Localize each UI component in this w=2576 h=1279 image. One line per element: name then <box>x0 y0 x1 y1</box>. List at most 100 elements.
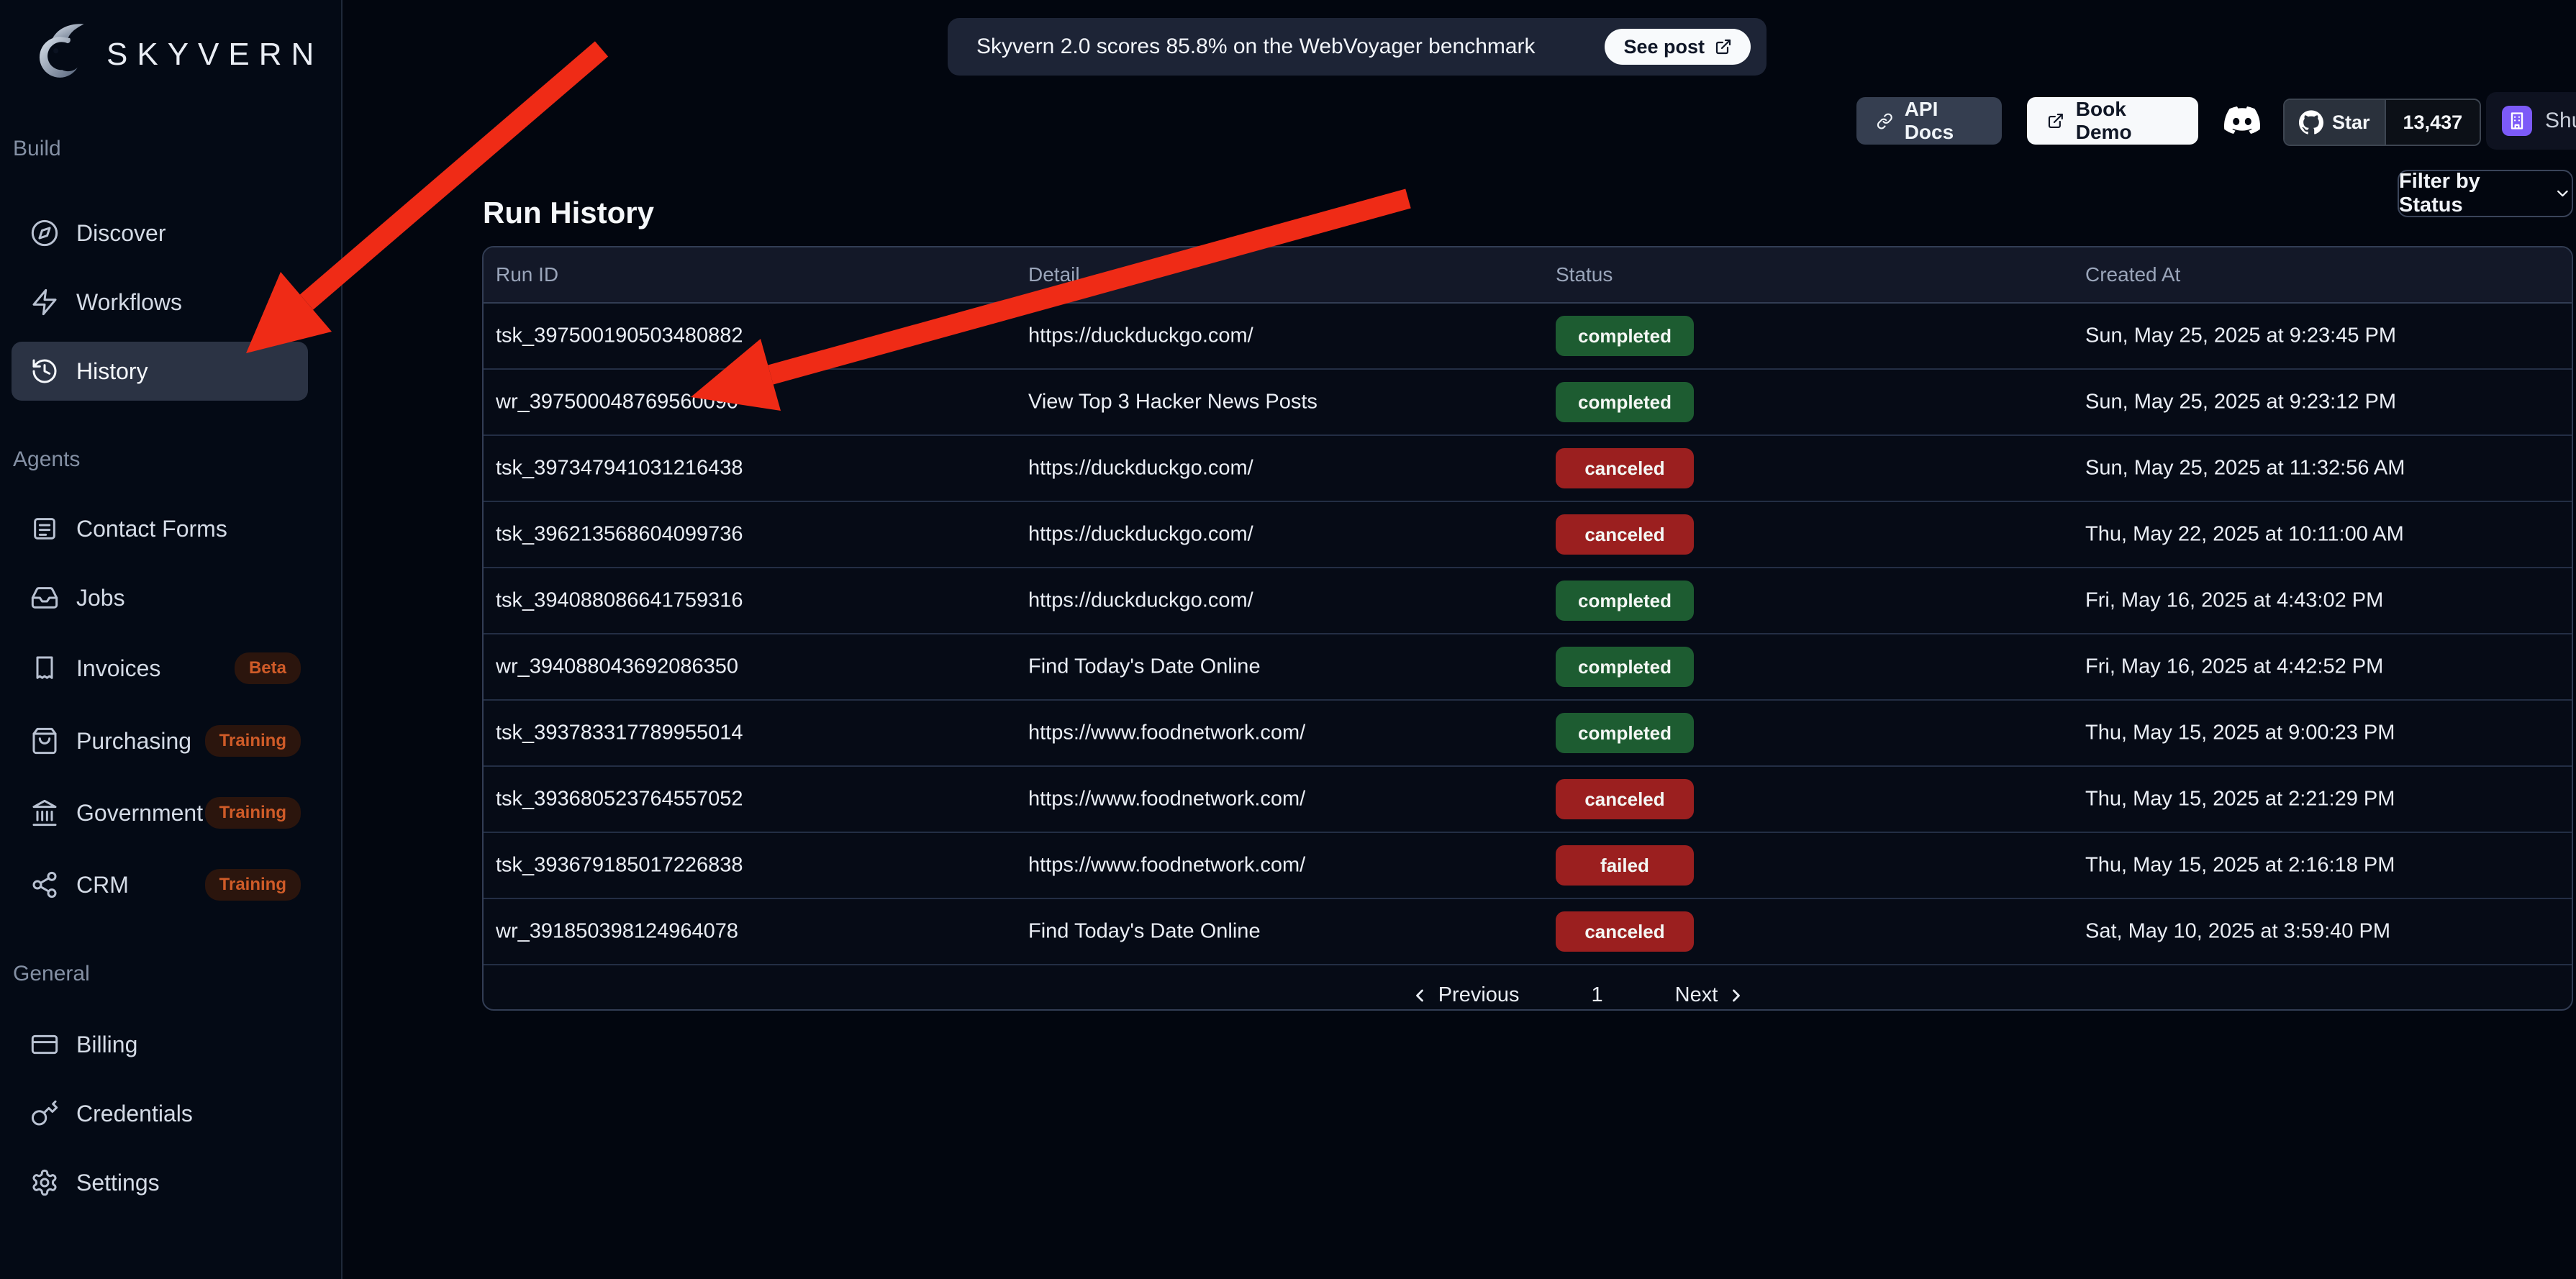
sidebar-item-label: Workflows <box>76 289 182 316</box>
skyvern-logo[interactable]: SKYVERN <box>29 22 323 88</box>
see-post-label: See post <box>1623 36 1705 58</box>
skyvern-app: SKYVERN Build Discover Workflows History… <box>0 0 2576 1279</box>
run-id-cell: tsk_393679185017226838 <box>496 854 743 878</box>
detail-cell: https://www.foodnetwork.com/ <box>1028 854 1305 878</box>
detail-cell: https://www.foodnetwork.com/ <box>1028 788 1305 811</box>
sidebar-item-history[interactable]: History <box>12 342 308 401</box>
key-icon <box>30 1099 59 1128</box>
user-name: Shu <box>2545 109 2576 133</box>
created-at-cell: Thu, May 15, 2025 at 2:21:29 PM <box>2085 788 2395 811</box>
sidebar-item-purchasing[interactable]: Purchasing Training <box>12 711 308 770</box>
created-at-cell: Sun, May 25, 2025 at 9:23:45 PM <box>2085 324 2396 348</box>
detail-cell: Find Today's Date Online <box>1028 920 1261 944</box>
sidebar-item-label: Credentials <box>76 1101 193 1127</box>
page-number[interactable]: 1 <box>1592 983 1603 1007</box>
shopping-bag-icon <box>30 727 59 755</box>
filter-label: Filter by Status <box>2399 170 2542 217</box>
run-id-cell: tsk_393680523764557052 <box>496 788 743 811</box>
sidebar-item-government[interactable]: Government Training <box>12 783 308 842</box>
sidebar-item-jobs[interactable]: Jobs <box>12 568 308 627</box>
sidebar-item-label: Contact Forms <box>76 516 227 542</box>
run-id-cell: tsk_396213568604099736 <box>496 523 743 547</box>
table-row[interactable]: tsk_397347941031216438 https://duckduckg… <box>484 436 2572 502</box>
created-at-cell: Sun, May 25, 2025 at 9:23:12 PM <box>2085 391 2396 414</box>
status-badge: canceled <box>1556 514 1694 555</box>
sidebar-item-settings[interactable]: Settings <box>12 1153 308 1212</box>
sidebar-item-invoices[interactable]: Invoices Beta <box>12 639 308 698</box>
form-icon <box>30 514 59 543</box>
api-docs-button[interactable]: API Docs <box>1856 97 2002 145</box>
github-icon <box>2299 110 2323 135</box>
run-id-cell: tsk_397347941031216438 <box>496 457 743 481</box>
history-clock-icon <box>30 357 59 386</box>
table-row[interactable]: tsk_393679185017226838 https://www.foodn… <box>484 833 2572 899</box>
link-icon <box>1877 111 1893 130</box>
created-at-cell: Sun, May 25, 2025 at 11:32:56 AM <box>2085 457 2405 481</box>
sidebar-item-label: History <box>76 358 148 385</box>
training-badge: Training <box>205 797 301 829</box>
previous-label: Previous <box>1438 983 1520 1007</box>
detail-cell: https://duckduckgo.com/ <box>1028 589 1253 613</box>
created-at-cell: Sat, May 10, 2025 at 3:59:40 PM <box>2085 920 2390 944</box>
training-badge: Training <box>205 869 301 901</box>
external-link-icon <box>2047 111 2064 130</box>
table-row[interactable]: wr_394088043692086350 Find Today's Date … <box>484 634 2572 701</box>
skyvern-dragon-icon <box>29 22 91 88</box>
table-row[interactable]: wr_397500048769560090 View Top 3 Hacker … <box>484 370 2572 436</box>
detail-cell: View Top 3 Hacker News Posts <box>1028 391 1318 414</box>
status-badge: completed <box>1556 316 1694 356</box>
building-icon <box>2507 111 2527 131</box>
user-menu[interactable]: Shu <box>2486 92 2576 150</box>
run-id-cell: tsk_394088086641759316 <box>496 589 743 613</box>
status-badge: canceled <box>1556 448 1694 488</box>
api-docs-label: API Docs <box>1905 98 1982 144</box>
sidebar-item-crm[interactable]: CRM Training <box>12 855 308 914</box>
github-star-widget[interactable]: Star 13,437 <box>2283 99 2481 146</box>
previous-page-button[interactable]: Previous <box>1410 983 1520 1007</box>
chevron-left-icon <box>1410 986 1430 1006</box>
brand-wordmark: SKYVERN <box>106 37 323 73</box>
table-row[interactable]: tsk_393680523764557052 https://www.foodn… <box>484 767 2572 833</box>
discord-icon[interactable] <box>2220 102 2264 138</box>
announcement-banner: Skyvern 2.0 scores 85.8% on the WebVoyag… <box>948 18 1767 76</box>
column-header-run-id: Run ID <box>496 263 558 286</box>
status-badge: completed <box>1556 647 1694 687</box>
sidebar-item-contact-forms[interactable]: Contact Forms <box>12 499 308 558</box>
created-at-cell: Thu, May 22, 2025 at 10:11:00 AM <box>2085 523 2404 547</box>
sidebar-item-label: CRM <box>76 872 129 898</box>
detail-cell: https://duckduckgo.com/ <box>1028 324 1253 348</box>
next-page-button[interactable]: Next <box>1675 983 1747 1007</box>
chevron-right-icon <box>1726 986 1746 1006</box>
table-row[interactable]: tsk_394088086641759316 https://duckduckg… <box>484 568 2572 634</box>
next-label: Next <box>1675 983 1718 1007</box>
external-link-icon <box>1715 38 1732 55</box>
table-header-row: Run ID Detail Status Created At <box>484 247 2572 304</box>
detail-cell: https://www.foodnetwork.com/ <box>1028 722 1305 745</box>
column-header-status: Status <box>1556 263 1613 286</box>
detail-cell: Find Today's Date Online <box>1028 655 1261 679</box>
run-id-cell: tsk_393783317789955014 <box>496 722 743 745</box>
table-row[interactable]: wr_391850398124964078 Find Today's Date … <box>484 899 2572 965</box>
filter-by-status-dropdown[interactable]: Filter by Status <box>2398 170 2573 217</box>
sidebar-item-workflows[interactable]: Workflows <box>12 273 308 332</box>
status-badge: completed <box>1556 581 1694 621</box>
table-row[interactable]: tsk_393783317789955014 https://www.foodn… <box>484 701 2572 767</box>
created-at-cell: Thu, May 15, 2025 at 9:00:23 PM <box>2085 722 2395 745</box>
detail-cell: https://duckduckgo.com/ <box>1028 523 1253 547</box>
status-badge: canceled <box>1556 779 1694 819</box>
credit-card-icon <box>30 1030 59 1059</box>
see-post-button[interactable]: See post <box>1605 29 1751 65</box>
landmark-icon <box>30 798 59 827</box>
created-at-cell: Fri, May 16, 2025 at 4:43:02 PM <box>2085 589 2383 613</box>
detail-cell: https://duckduckgo.com/ <box>1028 457 1253 481</box>
status-badge: failed <box>1556 845 1694 886</box>
table-row[interactable]: tsk_397500190503480882 https://duckduckg… <box>484 304 2572 370</box>
sidebar-item-credentials[interactable]: Credentials <box>12 1084 308 1143</box>
training-badge: Training <box>205 725 301 757</box>
sidebar-item-discover[interactable]: Discover <box>12 204 308 263</box>
book-demo-button[interactable]: Book Demo <box>2027 97 2198 145</box>
github-star-count: 13,437 <box>2385 100 2480 145</box>
sidebar-item-label: Purchasing <box>76 728 191 755</box>
table-row[interactable]: tsk_396213568604099736 https://duckduckg… <box>484 502 2572 568</box>
sidebar-item-billing[interactable]: Billing <box>12 1015 308 1074</box>
